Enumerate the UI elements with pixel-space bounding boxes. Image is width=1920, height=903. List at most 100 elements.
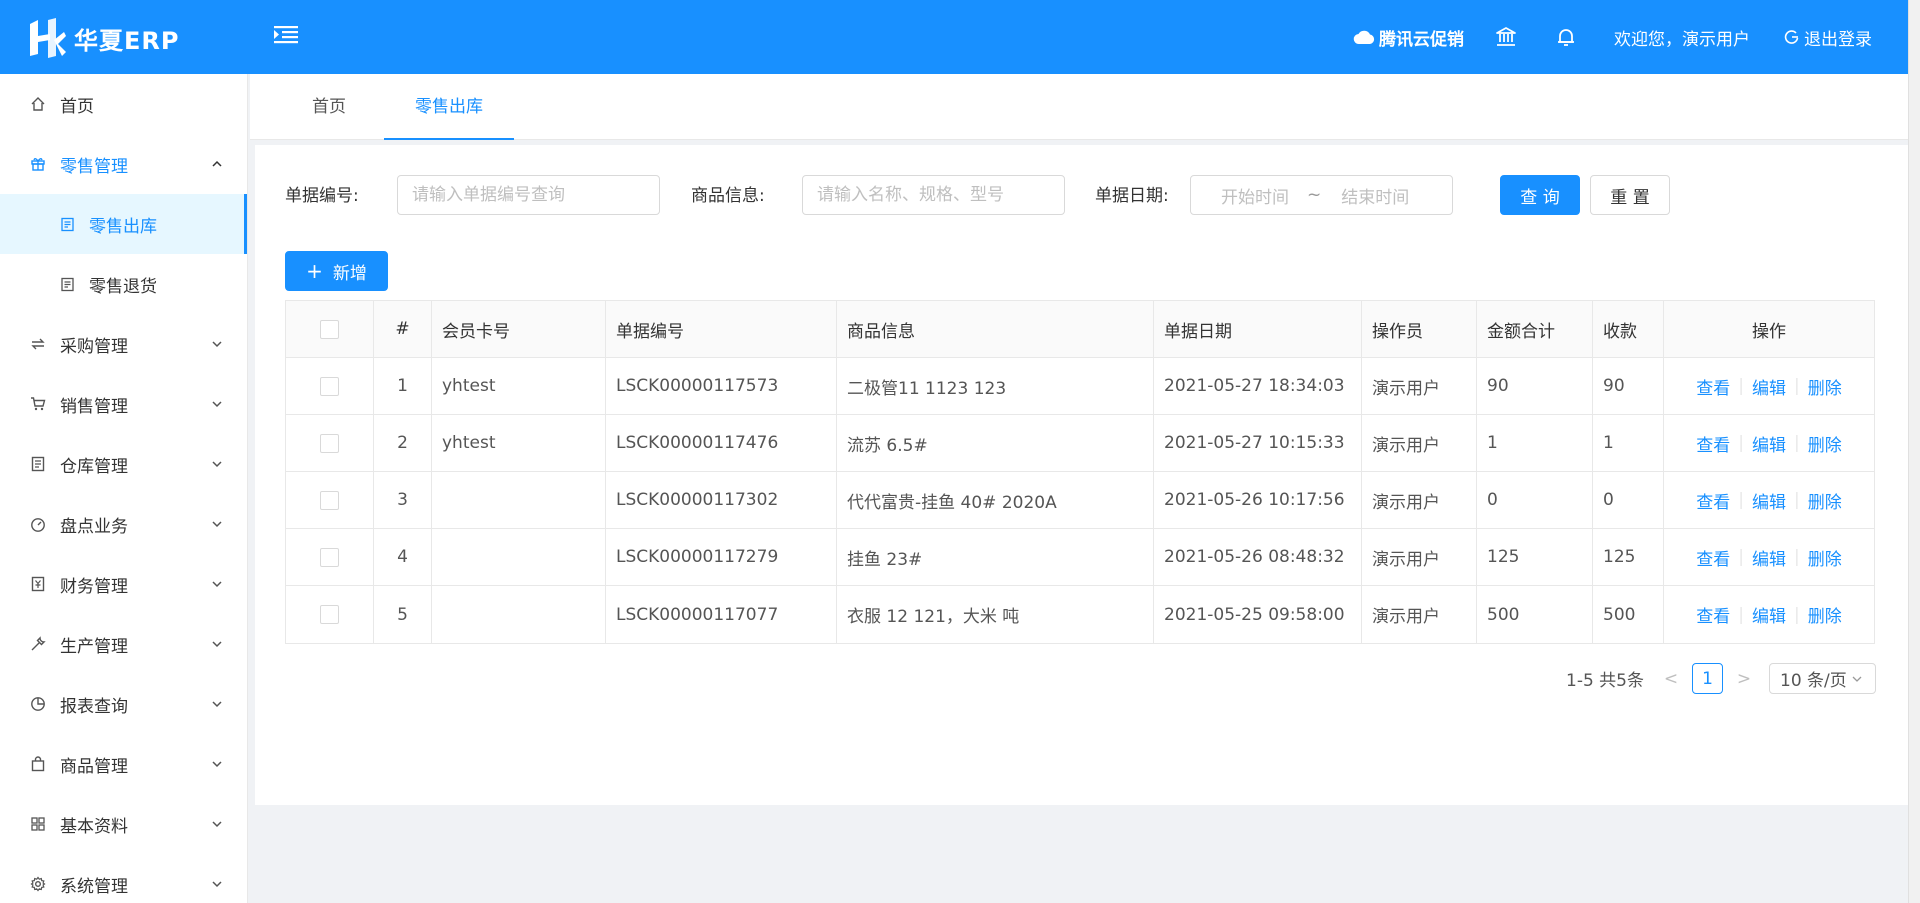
logout-button[interactable]: 退出登录 bbox=[1784, 25, 1872, 50]
delete-link[interactable]: 删除 bbox=[1808, 602, 1842, 627]
sidebar-item-home[interactable]: 首页 bbox=[0, 74, 247, 134]
chevron-up-icon bbox=[212, 160, 222, 167]
chevron-down-icon bbox=[212, 641, 222, 648]
edit-link[interactable]: 编辑 bbox=[1752, 431, 1786, 456]
prev-page-icon[interactable]: < bbox=[1660, 669, 1682, 689]
sidebar-item-finance[interactable]: 财务管理 bbox=[0, 554, 247, 614]
top-header: 华夏ERP 腾讯云促销 欢迎您，演示用户 退出登录 bbox=[0, 0, 1908, 74]
sidebar-item-basic-data[interactable]: 基本资料 bbox=[0, 794, 247, 854]
chevron-down-icon bbox=[212, 341, 222, 348]
sidebar-item-system[interactable]: 系统管理 bbox=[0, 854, 247, 903]
tab-home[interactable]: 首页 bbox=[284, 74, 374, 140]
add-button-label: 新增 bbox=[332, 263, 367, 284]
sidebar-item-label: 盘点业务 bbox=[60, 516, 128, 537]
edit-link[interactable]: 编辑 bbox=[1752, 488, 1786, 513]
received: 125 bbox=[1593, 528, 1664, 586]
sidebar-item-production[interactable]: 生产管理 bbox=[0, 614, 247, 674]
gift-icon bbox=[30, 156, 46, 172]
view-link[interactable]: 查看 bbox=[1696, 545, 1730, 570]
home-icon bbox=[30, 96, 46, 112]
reset-button[interactable]: 重 置 bbox=[1590, 175, 1670, 215]
tab-retail-out[interactable]: 零售出库 bbox=[384, 74, 514, 140]
page-scrollbar[interactable] bbox=[1908, 0, 1920, 903]
chevron-down-icon bbox=[212, 761, 222, 768]
date-range-picker[interactable]: 开始时间 ~ 结束时间 bbox=[1190, 175, 1453, 215]
goods-info: 二极管11 1123 123 bbox=[837, 357, 1154, 415]
bank-icon[interactable] bbox=[1494, 25, 1518, 49]
bill-number: LSCK00000117077 bbox=[606, 586, 837, 643]
select-all-checkbox[interactable] bbox=[320, 319, 339, 339]
pagination-summary: 1-5 共5条 bbox=[1566, 671, 1644, 691]
delete-link[interactable]: 删除 bbox=[1808, 374, 1842, 399]
warehouse-icon bbox=[30, 456, 46, 472]
row-checkbox[interactable] bbox=[320, 547, 339, 567]
app-logo[interactable]: 华夏ERP bbox=[28, 18, 179, 58]
setting-icon bbox=[30, 876, 46, 892]
amount-total: 90 bbox=[1477, 357, 1593, 415]
sidebar-subitem-label: 零售出库 bbox=[89, 216, 157, 237]
pagination: 1-5 共5条 < 1 > 10 条/页 bbox=[1566, 663, 1876, 694]
member-card: yhtest bbox=[432, 357, 606, 415]
next-page-icon[interactable]: > bbox=[1733, 669, 1755, 689]
plus-icon: + bbox=[306, 259, 323, 283]
chevron-down-icon bbox=[212, 881, 222, 888]
sidebar-item-purchase[interactable]: 采购管理 bbox=[0, 314, 247, 374]
bill-number: LSCK00000117573 bbox=[606, 357, 837, 415]
row-index: 5 bbox=[374, 586, 432, 643]
received: 1 bbox=[1593, 414, 1664, 472]
logout-label: 退出登录 bbox=[1804, 29, 1872, 50]
query-button[interactable]: 查 询 bbox=[1500, 175, 1580, 215]
page-size-select[interactable]: 10 条/页 bbox=[1769, 663, 1876, 694]
edit-link[interactable]: 编辑 bbox=[1752, 374, 1786, 399]
menu-fold-icon[interactable] bbox=[272, 20, 302, 50]
table-row: 5 LSCK00000117077 衣服 12 121，大米 吨 2021-05… bbox=[286, 586, 1874, 643]
filter-goods-label: 商品信息: bbox=[691, 186, 765, 206]
goods-info-input[interactable] bbox=[802, 175, 1065, 215]
sidebar-item-retail[interactable]: 零售管理 bbox=[0, 134, 247, 194]
row-checkbox[interactable] bbox=[320, 433, 339, 453]
add-button[interactable]: + 新增 bbox=[285, 251, 388, 291]
delete-link[interactable]: 删除 bbox=[1808, 431, 1842, 456]
member-card bbox=[432, 586, 606, 643]
action-separator: | bbox=[1794, 604, 1800, 625]
edit-link[interactable]: 编辑 bbox=[1752, 602, 1786, 627]
sidebar-item-sales[interactable]: 销售管理 bbox=[0, 374, 247, 434]
sidebar-item-label: 财务管理 bbox=[60, 576, 128, 597]
action-separator: | bbox=[1738, 490, 1744, 510]
bill-date: 2021-05-25 09:58:00 bbox=[1154, 586, 1362, 643]
sidebar-item-reports[interactable]: 报表查询 bbox=[0, 674, 247, 734]
row-checkbox[interactable] bbox=[320, 605, 339, 624]
member-card bbox=[432, 471, 606, 529]
delete-link[interactable]: 删除 bbox=[1808, 545, 1842, 570]
bill-number-input[interactable] bbox=[397, 175, 660, 215]
sidebar-item-inventory[interactable]: 盘点业务 bbox=[0, 494, 247, 554]
sidebar-item-label: 零售管理 bbox=[60, 156, 128, 177]
date-end-placeholder: 结束时间 bbox=[1341, 187, 1410, 208]
bell-icon[interactable] bbox=[1554, 25, 1578, 49]
sidebar-item-warehouse[interactable]: 仓库管理 bbox=[0, 434, 247, 494]
sidebar-item-goods[interactable]: 商品管理 bbox=[0, 734, 247, 794]
filter-date-label: 单据日期: bbox=[1095, 186, 1169, 206]
promo-label: 腾讯云促销 bbox=[1379, 29, 1464, 50]
row-index: 2 bbox=[374, 414, 432, 472]
view-link[interactable]: 查看 bbox=[1696, 374, 1730, 399]
row-checkbox[interactable] bbox=[320, 490, 339, 510]
view-link[interactable]: 查看 bbox=[1696, 431, 1730, 456]
view-link[interactable]: 查看 bbox=[1696, 602, 1730, 627]
row-select-cell bbox=[286, 528, 374, 586]
promo-link[interactable]: 腾讯云促销 bbox=[1353, 25, 1464, 50]
sidebar-item-label: 基本资料 bbox=[60, 816, 128, 837]
row-index: 4 bbox=[374, 528, 432, 586]
operator: 演示用户 bbox=[1362, 357, 1477, 415]
page-number-current[interactable]: 1 bbox=[1692, 663, 1723, 694]
view-link[interactable]: 查看 bbox=[1696, 488, 1730, 513]
row-checkbox[interactable] bbox=[320, 376, 339, 396]
sidebar-subitem-retail-out[interactable]: 零售出库 bbox=[0, 194, 247, 254]
sidebar-item-label: 商品管理 bbox=[60, 756, 128, 777]
edit-link[interactable]: 编辑 bbox=[1752, 545, 1786, 570]
row-actions: 查看 | 编辑 | 删除 bbox=[1664, 586, 1874, 643]
sidebar-subitem-retail-return[interactable]: 零售退货 bbox=[0, 254, 247, 314]
delete-link[interactable]: 删除 bbox=[1808, 488, 1842, 513]
operator: 演示用户 bbox=[1362, 471, 1477, 529]
column-header: 收款 bbox=[1593, 300, 1664, 358]
